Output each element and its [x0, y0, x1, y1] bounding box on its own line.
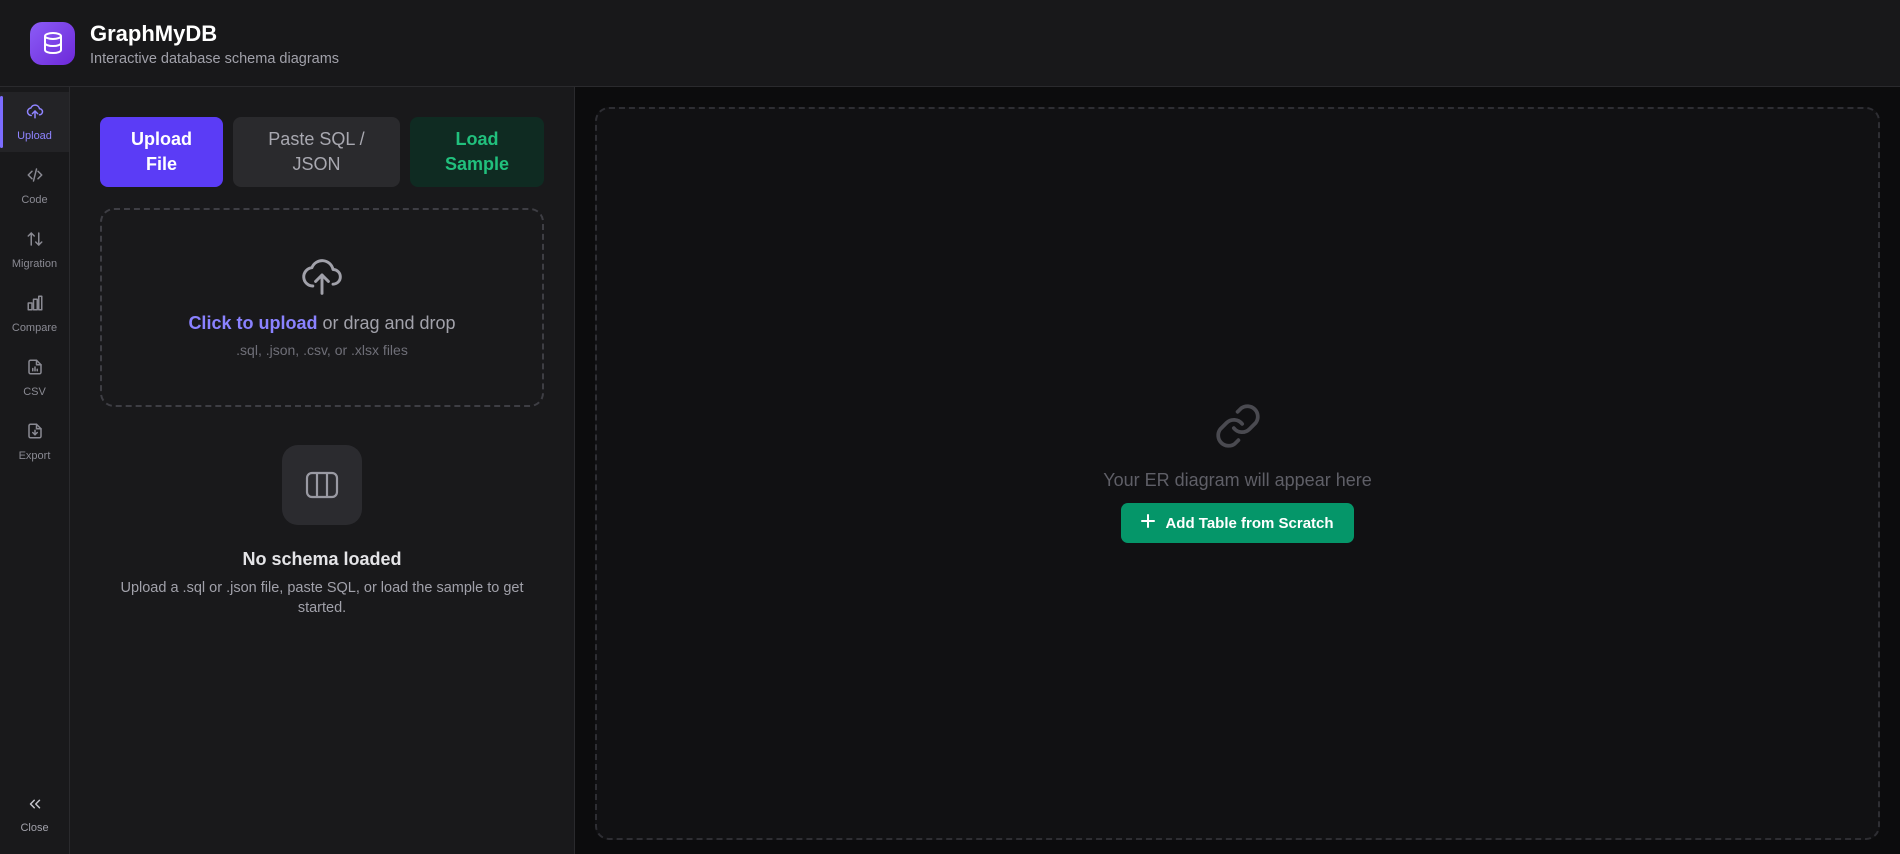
sidebar-item-label: Export [18, 450, 51, 462]
tab-upload-file[interactable]: Upload File [100, 117, 223, 187]
sidebar-item-label: Code [21, 194, 48, 206]
app-header: GraphMyDB Interactive database schema di… [0, 0, 1900, 87]
tab-load-sample[interactable]: Load Sample [410, 117, 544, 187]
app-subtitle: Interactive database schema diagrams [90, 50, 340, 67]
link-icon [1213, 401, 1263, 456]
code-icon [26, 166, 44, 189]
arrows-up-down-icon [26, 230, 44, 253]
diagram-area: Your ER diagram will appear here Add Tab… [575, 87, 1900, 854]
tab-paste-sql-json[interactable]: Paste SQL / JSON [233, 117, 400, 187]
empty-state: No schema loaded Upload a .sql or .json … [100, 445, 544, 618]
er-diagram-canvas[interactable]: Your ER diagram will appear here Add Tab… [595, 107, 1880, 840]
empty-description: Upload a .sql or .json file, paste SQL, … [120, 580, 524, 616]
sidebar-item-label: CSV [23, 386, 46, 398]
dropzone-text: Click to upload or drag and drop [188, 313, 455, 334]
cloud-upload-icon [26, 102, 44, 125]
sidebar-item-migration[interactable]: Migration [0, 220, 69, 280]
sidebar-item-label: Compare [11, 322, 58, 334]
file-download-icon [26, 422, 44, 445]
file-chart-icon [26, 358, 44, 381]
close-sidebar-button[interactable]: Close [0, 795, 69, 834]
bar-chart-icon [26, 294, 44, 317]
database-icon [30, 21, 75, 65]
close-label: Close [20, 822, 49, 834]
sidebar-item-code[interactable]: Code [0, 156, 69, 216]
sidebar-item-upload[interactable]: Upload [0, 92, 69, 152]
source-tabs: Upload File Paste SQL / JSON Load Sample [100, 117, 544, 187]
sidebar-item-label: Migration [11, 258, 58, 270]
app-title: GraphMyDB [90, 20, 218, 46]
upload-panel: Upload File Paste SQL / JSON Load Sample… [70, 87, 575, 854]
columns-icon [282, 445, 362, 525]
chevrons-left-icon [26, 795, 44, 818]
dropzone-hint: .sql, .json, .csv, or .xlsx files [236, 342, 408, 358]
dropzone-drag-text: or drag and drop [317, 313, 456, 333]
canvas-placeholder: Your ER diagram will appear here Add Tab… [597, 401, 1878, 543]
empty-title: No schema loaded [242, 549, 402, 569]
canvas-placeholder-text: Your ER diagram will appear here [1103, 470, 1372, 490]
sidebar-item-csv[interactable]: CSV [0, 348, 69, 408]
sidebar-item-export[interactable]: Export [0, 412, 69, 472]
click-to-upload-link[interactable]: Click to upload [188, 313, 317, 333]
sidebar-item-label: Upload [17, 130, 52, 142]
add-table-label: Add Table from Scratch [1165, 514, 1334, 532]
plus-icon [1141, 514, 1156, 532]
file-dropzone[interactable]: Click to upload or drag and drop .sql, .… [100, 208, 544, 407]
cloud-upload-icon [300, 252, 344, 303]
sidebar-rail: Upload Code Migration Compare CSV Export… [0, 87, 70, 854]
add-table-button[interactable]: Add Table from Scratch [1121, 503, 1354, 543]
sidebar-item-compare[interactable]: Compare [0, 284, 69, 344]
